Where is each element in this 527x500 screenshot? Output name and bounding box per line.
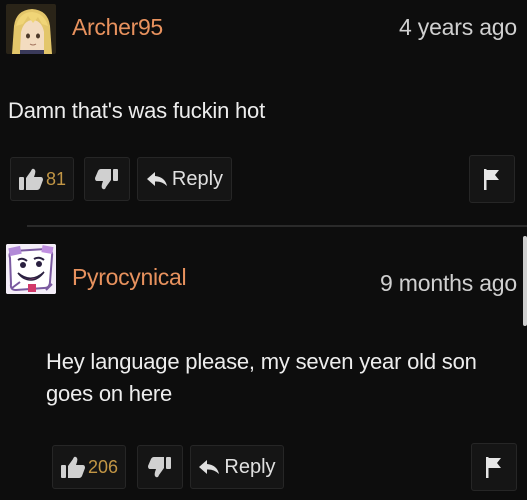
user-avatar[interactable] — [6, 244, 56, 294]
reply-arrow-icon — [198, 459, 220, 475]
reply-label: Reply — [171, 167, 224, 190]
reply-button[interactable]: Reply — [137, 157, 232, 201]
username[interactable]: Pyrocynical — [72, 264, 187, 291]
comment-text: Hey language please, my seven year old s… — [46, 349, 477, 406]
reply-button[interactable]: Reply — [190, 445, 284, 489]
pyrocynical-avatar-icon — [6, 244, 56, 294]
like-button[interactable]: 81 — [10, 157, 74, 201]
user-avatar[interactable] — [6, 4, 56, 54]
timestamp: 4 years ago — [399, 14, 517, 40]
comment-text: Damn that's was fuckin hot — [8, 98, 266, 123]
username[interactable]: Archer95 — [72, 14, 163, 41]
like-count: 206 — [87, 456, 119, 477]
like-button[interactable]: 206 — [52, 445, 126, 489]
reply-label: Reply — [224, 455, 276, 478]
dislike-button[interactable] — [137, 445, 183, 489]
comment: Pyrocynical 9 months ago Hey language pl… — [0, 228, 527, 500]
thumbs-down-icon — [148, 456, 172, 478]
reply-arrow-icon — [146, 171, 168, 187]
dislike-button[interactable] — [84, 157, 130, 201]
timestamp: 9 months ago — [380, 270, 517, 296]
anime-avatar-icon — [6, 4, 56, 54]
thumbs-up-icon — [18, 167, 44, 191]
comment: Archer95 4 years ago Damn that's was fuc… — [0, 0, 527, 215]
flag-button[interactable] — [469, 155, 515, 203]
comment-divider — [27, 225, 527, 227]
flag-icon — [482, 167, 502, 191]
flag-button[interactable] — [471, 443, 517, 491]
like-count: 81 — [45, 168, 67, 189]
flag-icon — [484, 455, 504, 479]
thumbs-up-icon — [60, 455, 86, 479]
thumbs-down-icon — [95, 168, 119, 190]
